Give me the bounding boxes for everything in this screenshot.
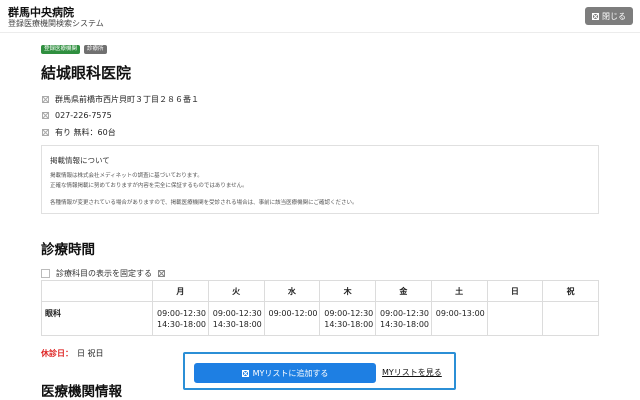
holiday-row: 休診日： 日 祝日 (41, 348, 104, 359)
notice-box: 掲載情報について 掲載情報は株式会社メディネットの調査に基づいております。 正確… (41, 145, 599, 214)
day-header: 日 (486, 280, 544, 302)
hours-cell (542, 301, 599, 336)
clinic-tags: 登録医療機関 診療所 (41, 45, 107, 54)
parking-icon (42, 129, 49, 136)
view-mylist-link[interactable]: MYリストを見る (382, 367, 442, 378)
phone-text[interactable]: 027-226-7575 (55, 111, 112, 120)
day-header: 火 (207, 280, 265, 302)
hours-cell: 09:00-12:30 14:30-18:00 (152, 301, 209, 336)
address-text: 群馬県前橋市西片貝町３丁目２８６番１ (55, 95, 199, 104)
schedule-header-row: 月 火 水 木 金 土 日 祝 (41, 280, 599, 302)
fix-subject-checkbox[interactable] (41, 269, 50, 278)
notice-line: 正確な情報掲載に努めておりますが内容を完全に保証するものではありません。 (50, 183, 248, 189)
app-header: 群馬中央病院 登録医療機関検索システム 閉じる (0, 0, 640, 33)
parking-row: 有り 無料：60台 (42, 127, 116, 138)
add-to-mylist-button[interactable]: MYリストに追加する (194, 363, 376, 383)
address-row: 群馬県前橋市西片貝町３丁目２８６番１ (42, 94, 199, 105)
fix-subject-toggle[interactable]: 診療科目の表示を固定する (41, 268, 165, 279)
add-icon (241, 369, 249, 377)
phone-icon (42, 112, 49, 119)
close-icon (592, 12, 599, 20)
day-header: 水 (263, 280, 321, 302)
hours-cell: 09:00-12:30 14:30-18:00 (375, 301, 432, 336)
holiday-label: 休診日： (41, 349, 73, 358)
schedule-section-title: 診療時間 (41, 242, 95, 258)
schedule-corner-cell (41, 280, 153, 302)
add-to-mylist-label: MYリストに追加する (252, 368, 329, 378)
day-header: 土 (430, 280, 488, 302)
location-icon (42, 96, 49, 103)
day-header: 木 (319, 280, 376, 302)
schedule-table: 月 火 水 木 金 土 日 祝 眼科 09:00-12:30 14:30-18:0… (41, 280, 599, 336)
hours-cell: 09:00-13:00 (430, 301, 488, 336)
day-header: 祝 (542, 280, 599, 302)
close-button-label: 閉じる (602, 11, 626, 21)
clinic-type-badge: 診療所 (84, 45, 107, 54)
site-subtitle: 登録医療機関検索システム (8, 19, 104, 28)
close-button[interactable]: 閉じる (585, 7, 633, 25)
hours-cell: 09:00-12:30 14:30-18:00 (319, 301, 376, 336)
notice-line: 各種情報が変更されている場合がありますので、掲載医療機関を受診される場合は、事前… (50, 200, 358, 206)
notice-line: 掲載情報は株式会社メディネットの調査に基づいております。 (50, 173, 203, 179)
hours-cell (486, 301, 544, 336)
table-row: 眼科 09:00-12:30 14:30-18:00 09:00-12:30 14:… (41, 301, 599, 336)
department-label: 眼科 (41, 301, 153, 336)
day-header: 月 (152, 280, 209, 302)
facility-section-title: 医療機関情報 (41, 384, 122, 400)
registered-badge: 登録医療機関 (41, 45, 81, 54)
notice-title: 掲載情報について (50, 156, 110, 165)
phone-row: 027-226-7575 (42, 111, 112, 120)
mylist-bar: MYリストに追加する MYリストを見る (183, 352, 456, 390)
holiday-value: 日 祝日 (77, 349, 104, 358)
hours-cell: 09:00-12:00 (263, 301, 321, 336)
info-icon[interactable] (158, 270, 165, 277)
day-header: 金 (375, 280, 432, 302)
parking-text: 有り 無料：60台 (55, 128, 116, 137)
hours-cell: 09:00-12:30 14:30-18:00 (207, 301, 265, 336)
clinic-name: 結城眼科医院 (41, 64, 132, 82)
fix-subject-label: 診療科目の表示を固定する (56, 269, 152, 278)
